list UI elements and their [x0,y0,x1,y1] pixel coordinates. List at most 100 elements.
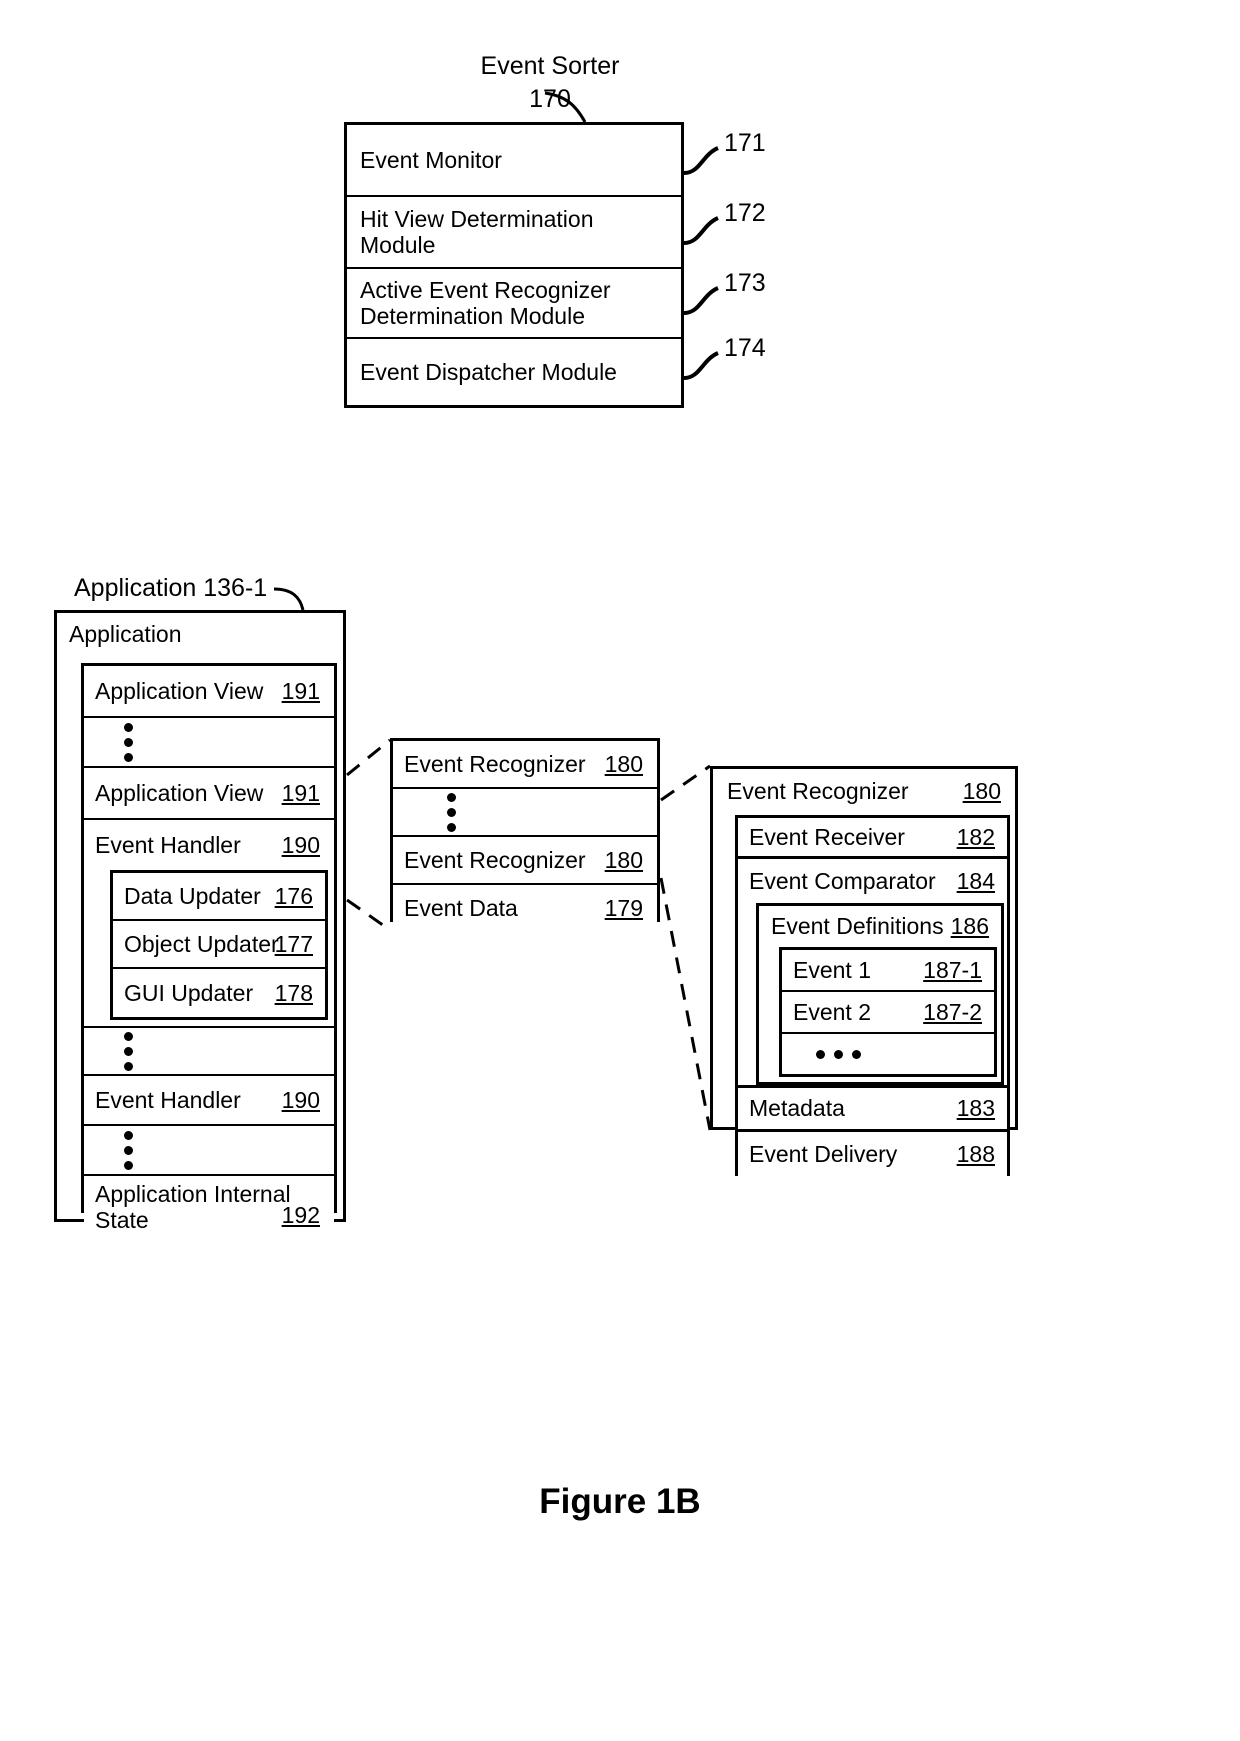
event-sorter-ref: 170 [529,84,571,113]
event-recognizer-detail-inner: Event Receiver 182 Event Comparator 184 … [735,815,1010,1176]
list-item-event-recognizer-2[interactable]: Event Recognizer 180 [393,837,657,885]
leader-136-1 [273,587,305,611]
horizontal-ellipsis-icon [816,1049,861,1059]
event-recognizer-detail-title: Event Recognizer [727,778,909,804]
list-item-event-comparator[interactable]: Event Comparator 184 [738,859,1007,903]
event-comparator-box: Event Comparator 184 Event Definitions 1… [735,859,1010,1088]
list-item-event-1[interactable]: Event 1 187-1 [782,950,994,992]
vertical-ellipsis-icon [124,722,133,762]
event-definitions-box: Event Definitions 186 Event 1 187-1 Even… [756,903,1004,1085]
event-receiver-label: Event Receiver [749,823,905,850]
figure-caption: Figure 1B [539,1482,701,1521]
vertical-ellipsis-icon-3 [124,1130,133,1170]
list-item-object-updater[interactable]: Object Updater 177 [113,921,325,969]
application-inner-box: Application View 191 Application View 19… [81,663,337,1238]
list-item-event-handler-1[interactable]: Event Handler 190 [84,820,334,870]
callout-174: 174 [724,334,766,362]
event-1-ref: 187-1 [923,956,982,983]
event-sorter-title-group: Event Sorter 170 [440,50,660,115]
event-handler-label: Event Handler [95,831,241,858]
application-view-ref: 191 [281,677,320,704]
application-box: Application Application View 191 Applica… [54,610,346,1238]
event-receiver-ref: 182 [956,823,995,850]
callout-172: 172 [724,199,766,227]
list-item-event-delivery[interactable]: Event Delivery 188 [735,1132,1010,1176]
event-1-label: Event 1 [793,956,871,983]
event-sorter-title: Event Sorter [480,52,620,80]
gui-updater-ref: 178 [274,979,313,1006]
list-item-event-handler-2[interactable]: Event Handler 190 [84,1076,334,1126]
event-delivery-ref: 188 [956,1140,995,1167]
list-item-ellipsis-events [782,1034,994,1074]
application-internal-state-ref: 192 [281,1202,320,1228]
event-handler-children-box: Data Updater 176 Object Updater 177 GUI … [110,870,328,1020]
vertical-ellipsis-icon-recognizer [447,792,456,832]
event-handler-ref: 190 [281,831,320,858]
event-definitions-ref: 186 [950,913,989,939]
event-definitions-inner-box: Event 1 187-1 Event 2 187-2 [779,947,997,1077]
application-title: Application [69,621,182,647]
event-data-label: Event Data [404,894,518,921]
figure-page: Event Sorter 170 Event Monitor Hit View … [0,0,1240,1741]
application-internal-state-label: Application Internal State [95,1180,291,1233]
dashed-connector-detail-bottom [659,877,712,1131]
dashed-connector-detail-top [660,764,711,802]
event-sorter-box: Event Monitor Hit View Determination Mod… [344,122,684,408]
event-data-ref: 179 [604,894,643,921]
event-definitions-label: Event Definitions [771,913,944,939]
event-definitions-title-row: Event Definitions 186 [759,906,1001,947]
event-sorter-row-active-event-recognizer-determination-module[interactable]: Active Event Recognizer Determination Mo… [347,269,681,339]
gui-updater-label: GUI Updater [124,979,254,1006]
leader-174 [683,351,719,380]
event-sorter-row-event-dispatcher-module[interactable]: Event Dispatcher Module [347,339,681,405]
list-item-data-updater[interactable]: Data Updater 176 [113,873,325,921]
dashed-connector-appview-bottom [346,898,391,932]
event-handler-label-2: Event Handler [95,1086,241,1113]
event-2-ref: 187-2 [923,998,982,1025]
event-delivery-label: Event Delivery [749,1140,898,1167]
leader-172 [683,216,719,245]
list-item-ellipsis-3 [84,1126,334,1176]
list-item-event-recognizer-1[interactable]: Event Recognizer 180 [393,741,657,789]
event-recognizer-ref-2: 180 [604,846,643,873]
event-recognizer-list-box: Event Recognizer 180 Event Recognizer 18… [390,738,660,931]
metadata-label: Metadata [749,1095,845,1122]
object-updater-label: Object Updater [124,930,279,957]
event-recognizer-detail-ref: 180 [962,778,1001,804]
event-recognizer-ref: 180 [604,750,643,777]
data-updater-label: Data Updater [124,882,261,909]
event-handler-ref-2: 190 [281,1086,320,1113]
application-caption: Application 136-1 [74,574,268,602]
list-item-ellipsis-2 [84,1026,334,1076]
callout-171: 171 [724,129,766,157]
vertical-ellipsis-icon-2 [124,1031,133,1071]
event-sorter-row-event-monitor[interactable]: Event Monitor [347,125,681,197]
event-recognizer-detail-box: Event Recognizer 180 Event Receiver 182 … [710,766,1018,1176]
list-item-metadata[interactable]: Metadata 183 [735,1088,1010,1132]
event-recognizer-label: Event Recognizer [404,750,586,777]
list-item-ellipsis-1 [84,718,334,768]
list-item-event-receiver[interactable]: Event Receiver 182 [735,815,1010,859]
event-monitor-label: Event Monitor [360,146,502,173]
list-item-event-data[interactable]: Event Data 179 [393,885,657,931]
list-item-event-2[interactable]: Event 2 187-2 [782,992,994,1034]
dashed-connector-appview-top [346,738,391,777]
application-view-ref-2: 191 [281,779,320,806]
leader-173 [683,286,719,315]
active-event-recognizer-determination-module-label: Active Event Recognizer Determination Mo… [360,276,611,329]
event-recognizer-label-2: Event Recognizer [404,846,586,873]
callout-173: 173 [724,269,766,297]
list-item-gui-updater[interactable]: GUI Updater 178 [113,969,325,1017]
event-dispatcher-module-label: Event Dispatcher Module [360,358,617,385]
event-2-label: Event 2 [793,998,871,1025]
list-item-application-view-1[interactable]: Application View 191 [84,666,334,718]
list-item-application-view-2[interactable]: Application View 191 [84,768,334,820]
metadata-ref: 183 [956,1095,995,1121]
object-updater-ref: 177 [274,930,313,957]
application-view-label: Application View [95,677,264,704]
data-updater-ref: 176 [274,882,313,909]
event-sorter-row-hit-view-determination-module[interactable]: Hit View Determination Module [347,197,681,269]
hit-view-determination-module-label: Hit View Determination Module [360,205,594,258]
leader-171 [683,146,719,175]
list-item-application-internal-state[interactable]: Application Internal State 192 [84,1176,334,1238]
